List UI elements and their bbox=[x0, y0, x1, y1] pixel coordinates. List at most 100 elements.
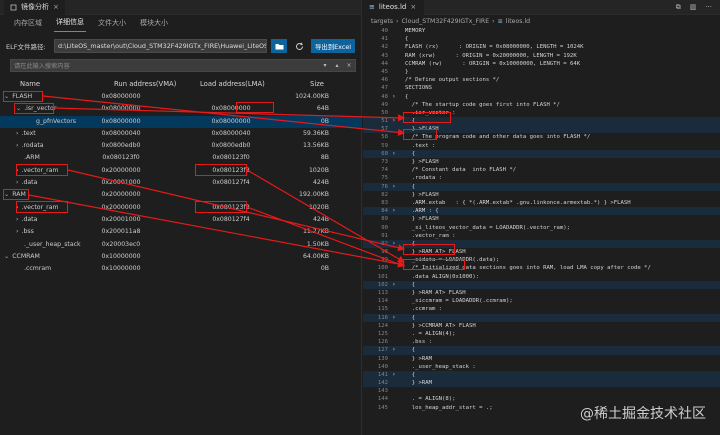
split-editor-icon[interactable]: ▥ bbox=[690, 3, 697, 12]
fold-chevron-icon[interactable]: › bbox=[392, 314, 396, 322]
fold-chevron-icon[interactable]: › bbox=[392, 183, 396, 191]
code-line[interactable]: 143 bbox=[363, 387, 720, 395]
code-line[interactable]: 48 › { bbox=[363, 93, 720, 101]
code-line[interactable]: 40 MEMORY bbox=[363, 27, 720, 35]
chevron-right-icon[interactable]: › bbox=[16, 130, 18, 137]
tab-details[interactable]: 详细信息 bbox=[54, 15, 86, 32]
tab-file-size[interactable]: 文件大小 bbox=[96, 16, 128, 32]
column-run-address[interactable]: Run address(VMA) bbox=[114, 80, 176, 88]
chevron-right-icon[interactable]: › bbox=[16, 142, 18, 149]
code-line[interactable]: 142 } >RAM bbox=[363, 379, 720, 388]
tab-liteos-ld[interactable]: ≡ liteos.ld × bbox=[363, 0, 425, 15]
table-row[interactable]: › .data 0x20001000 0x080127f4 424B bbox=[0, 177, 362, 189]
table-row[interactable]: › .data 0x20001000 0x080127f4 424B bbox=[0, 214, 362, 226]
code-line[interactable]: 116 › { bbox=[363, 313, 720, 322]
code-area[interactable]: 40 MEMORY 41 {42 FLASH (rx) : ORIGIN = 0x080… bbox=[363, 27, 720, 412]
cell-vma: 0x20000000 bbox=[101, 166, 141, 174]
code-line[interactable]: 91 .vector_ram : bbox=[363, 232, 720, 240]
fold-chevron-icon[interactable]: › bbox=[392, 281, 396, 289]
table-row[interactable]: ⌄ .isr_vector 0x08000000 0x08000000 64B bbox=[0, 103, 362, 115]
table-row[interactable]: ⌄ FLASH 0x08000000 1024.00KB bbox=[0, 91, 362, 103]
fold-chevron-icon[interactable]: › bbox=[392, 150, 396, 158]
breadcrumb-board[interactable]: Cloud_STM32F429IGTx_FIRE bbox=[402, 18, 490, 25]
code-line[interactable]: 83 .ARM.extab : { *(.ARM.extab* .gnu.lin… bbox=[363, 199, 720, 207]
code-line[interactable]: 42 FLASH (rx) : ORIGIN = 0x08000000, LENG… bbox=[363, 43, 720, 51]
refresh-button[interactable] bbox=[291, 39, 307, 53]
code-line[interactable]: 89 } >FLASH bbox=[363, 215, 720, 223]
table-row[interactable]: ._user_heap_stack 0x20003ec0 1.50KB bbox=[0, 239, 362, 251]
column-size[interactable]: Size bbox=[310, 80, 324, 88]
code-line[interactable]: 73 } >FLASH bbox=[363, 158, 720, 166]
code-line[interactable]: 115 .ccmram : bbox=[363, 305, 720, 313]
table-row[interactable]: g_pfnVectors 0x08000000 0x08000000 0B bbox=[0, 115, 362, 128]
fold-chevron-icon[interactable]: › bbox=[392, 371, 396, 379]
linker-script-editor: ≡ liteos.ld × ⧉ ▥ ··· targets › Cloud_ST… bbox=[363, 0, 720, 435]
table-row[interactable]: ⌄ CCMRAM 0x10000000 64.00KB bbox=[0, 251, 362, 263]
code-line[interactable]: 141 › { bbox=[363, 370, 720, 380]
code-line[interactable]: 74 /* Constant data into FLASH */ bbox=[363, 166, 720, 174]
code-line[interactable]: 46 /* Define output sections */ bbox=[363, 76, 720, 84]
code-line[interactable]: 140 ._user_heap_stack : bbox=[363, 363, 720, 371]
table-row[interactable]: › .text 0x08000040 0x08000040 59.36KB bbox=[0, 128, 362, 140]
table-row[interactable]: ⌄ RAM 0x20000000 192.00KB bbox=[0, 189, 362, 201]
code-line[interactable]: 45} bbox=[363, 68, 720, 76]
code-line[interactable]: 124 } >CCMRAM AT> FLASH bbox=[363, 322, 720, 330]
open-changes-icon[interactable]: ⧉ bbox=[676, 3, 681, 12]
tab-memory-region[interactable]: 内存区域 bbox=[12, 16, 44, 32]
code-line[interactable]: 75 .rodata : bbox=[363, 174, 720, 182]
code-line[interactable]: 49 /* The startup code goes first into F… bbox=[363, 101, 720, 109]
chevron-right-icon[interactable]: › bbox=[16, 216, 18, 223]
chevron-down-icon[interactable]: ⌄ bbox=[4, 253, 9, 260]
fold-chevron-icon[interactable]: › bbox=[392, 93, 396, 101]
breadcrumb-targets[interactable]: targets bbox=[371, 18, 393, 25]
export-excel-button[interactable]: 导出到Excel bbox=[311, 39, 355, 53]
chevron-right-icon[interactable]: › bbox=[16, 228, 18, 235]
table-row[interactable]: .ARM 0x080123f0 0x080123f0 8B bbox=[0, 152, 362, 164]
code-line[interactable]: 113 } >RAM AT> FLASH bbox=[363, 289, 720, 297]
code-line[interactable]: 125 . = ALIGN(4); bbox=[363, 330, 720, 338]
cell-size: 59.36KB bbox=[302, 129, 329, 137]
code-line[interactable]: 126 .bss : bbox=[363, 338, 720, 346]
code-line[interactable]: 76 › { bbox=[363, 182, 720, 191]
table-row[interactable]: › .rodata 0x0800edb0 0x0800edb0 13.56KB bbox=[0, 140, 362, 152]
code-line[interactable]: 84 › .ARM : { bbox=[363, 207, 720, 216]
column-name[interactable]: Name bbox=[20, 80, 40, 88]
close-icon[interactable]: × bbox=[410, 3, 416, 11]
table-row[interactable]: › .bss 0x200011a8 11.27KB bbox=[0, 226, 362, 238]
fold-chevron-icon[interactable]: › bbox=[392, 346, 396, 354]
cell-size: 1024.00KB bbox=[295, 93, 329, 100]
code-line[interactable]: 139 } >RAM bbox=[363, 355, 720, 363]
clear-icon[interactable]: × bbox=[343, 62, 355, 69]
code-line[interactable]: 102 › { bbox=[363, 280, 720, 289]
code-text: } >RAM bbox=[405, 355, 432, 362]
tab-image-analysis[interactable]: 镜像分析 × bbox=[4, 0, 65, 15]
code-line[interactable]: 82 } >FLASH bbox=[363, 191, 720, 199]
chevron-up-icon[interactable]: ▴ bbox=[331, 62, 343, 69]
search-input[interactable]: 请在此输入搜索内容 bbox=[11, 61, 319, 70]
breadcrumb-file[interactable]: liteos.ld bbox=[506, 18, 530, 25]
fold-chevron-icon[interactable]: › bbox=[392, 117, 396, 125]
column-load-address[interactable]: Load address(LMA) bbox=[200, 80, 265, 88]
chevron-right-icon[interactable]: › bbox=[16, 179, 18, 186]
code-line[interactable]: 90 _si_liteos_vector_data = LOADADDR(.ve… bbox=[363, 224, 720, 232]
code-line[interactable]: 47 SECTIONS bbox=[363, 84, 720, 92]
code-line[interactable]: 101 .data ALIGN(0x1000): bbox=[363, 273, 720, 281]
code-line[interactable]: 127 › { bbox=[363, 346, 720, 355]
fold-chevron-icon[interactable]: › bbox=[392, 207, 396, 215]
browse-folder-button[interactable] bbox=[271, 39, 287, 53]
code-line[interactable]: 59 .text : bbox=[363, 142, 720, 150]
code-line[interactable]: 44 CCMRAM (rw) : ORIGIN = 0x10000000, LEN… bbox=[363, 60, 720, 68]
fold-chevron-icon[interactable]: › bbox=[392, 240, 396, 248]
chevron-down-icon[interactable]: ▾ bbox=[319, 62, 331, 69]
cell-size: 0B bbox=[320, 117, 329, 125]
search-box[interactable]: 请在此输入搜索内容 ▾ ▴ × bbox=[10, 59, 356, 72]
code-line[interactable]: 60 › { bbox=[363, 149, 720, 158]
tab-module-size[interactable]: 模块大小 bbox=[138, 16, 170, 32]
elf-path-input[interactable]: d:\LiteOS_master\out\Cloud_STM32F429IGTx… bbox=[54, 39, 267, 53]
code-line[interactable]: 41 { bbox=[363, 35, 720, 43]
table-row[interactable]: .ccmram 0x10000000 0B bbox=[0, 263, 362, 275]
code-line[interactable]: 114 _siccmram = LOADADDR(.ccmram); bbox=[363, 297, 720, 305]
code-line[interactable]: 43 RAM (xrw) : ORIGIN = 0x20000000, LENGT… bbox=[363, 52, 720, 60]
more-actions-icon[interactable]: ··· bbox=[705, 3, 712, 12]
close-icon[interactable]: × bbox=[53, 3, 59, 11]
